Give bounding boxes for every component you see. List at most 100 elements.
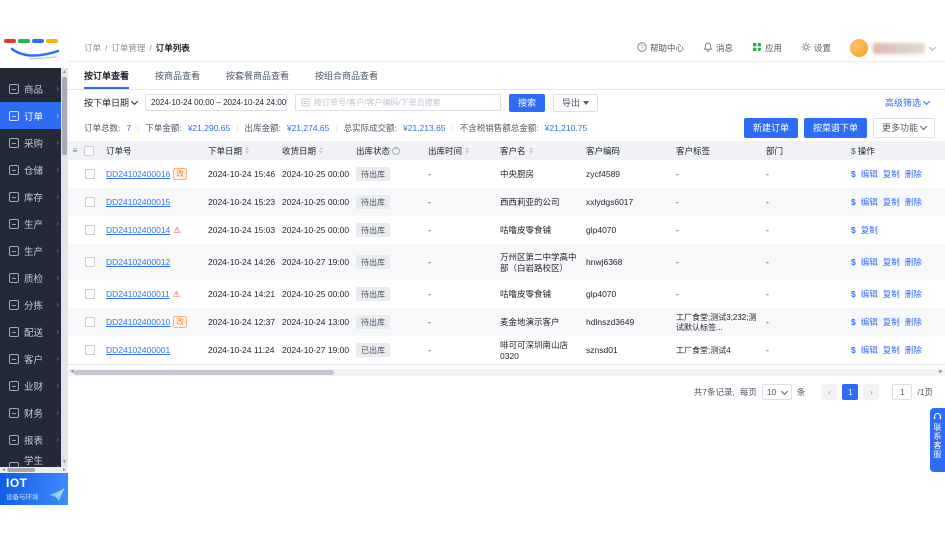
sidebar-hscrollbar-thumb[interactable] xyxy=(7,468,35,472)
avatar[interactable] xyxy=(850,39,868,57)
sidebar-item-warehouse[interactable]: 仓储 › xyxy=(0,156,68,183)
order-number-link[interactable]: DD24102400001 xyxy=(106,345,170,355)
row-action-link[interactable]: 编辑 xyxy=(861,256,878,268)
tab-2[interactable]: 按商品查看 xyxy=(155,69,200,89)
sidebar-item-sorting[interactable]: 分拣 › xyxy=(0,291,68,318)
menu-order-button[interactable]: 按菜谱下单 xyxy=(803,117,867,138)
breadcrumb-link[interactable]: 订单 xyxy=(84,42,101,54)
table-hscrollbar-thumb[interactable] xyxy=(74,370,334,375)
sort-icon[interactable] xyxy=(465,147,470,154)
current-page-button[interactable]: 1 xyxy=(842,384,859,400)
row-checkbox[interactable] xyxy=(85,289,95,299)
money-action-icon[interactable]: $ xyxy=(851,289,856,299)
sidebar-item-orders[interactable]: 订单 › xyxy=(0,102,68,129)
row-action-link[interactable]: 编辑 xyxy=(861,196,878,208)
row-action-link[interactable]: 编辑 xyxy=(861,344,878,356)
row-checkbox[interactable] xyxy=(85,257,95,267)
customer-service-tab[interactable]: 联系客服 xyxy=(930,408,945,472)
more-functions-button[interactable]: 更多功能 xyxy=(872,117,935,138)
sidebar-item-student-meal[interactable]: 学生餐› xyxy=(0,453,68,467)
order-number-link[interactable]: DD24102400015 xyxy=(106,197,170,207)
money-action-icon[interactable]: $ xyxy=(851,317,856,327)
row-action-link[interactable]: 复制 xyxy=(883,196,900,208)
export-button[interactable]: 导出 xyxy=(553,93,599,112)
money-action-icon[interactable]: $ xyxy=(851,197,856,207)
topbar-action-apps[interactable]: 应用 xyxy=(752,42,782,54)
sidebar-item-report[interactable]: 报表 › xyxy=(0,426,68,453)
money-action-icon[interactable]: $ xyxy=(851,169,856,179)
scroll-right-icon[interactable]: ► xyxy=(938,369,944,376)
sort-icon[interactable] xyxy=(319,147,324,154)
money-action-icon[interactable]: $ xyxy=(851,257,856,267)
money-action-icon[interactable]: $ xyxy=(851,225,856,235)
row-checkbox[interactable] xyxy=(85,345,95,355)
breadcrumb-link[interactable]: 订单管理 xyxy=(111,42,145,54)
advanced-filter-toggle[interactable]: 高级筛选 xyxy=(885,96,931,109)
sidebar-item-quality-check[interactable]: 质检 › xyxy=(0,264,68,291)
scroll-down-icon[interactable]: ▼ xyxy=(61,459,68,466)
sidebar-scrollbar-thumb[interactable] xyxy=(62,77,67,155)
row-action-link[interactable]: 复制 xyxy=(883,256,900,268)
order-number-link[interactable]: DD24102400012 xyxy=(106,257,170,267)
sidebar-scrollbar[interactable]: ▲ ▼ xyxy=(61,68,68,467)
sidebar-item-delivery[interactable]: 配送 › xyxy=(0,318,68,345)
date-field-select[interactable]: 按下单日期 xyxy=(84,96,139,109)
user-menu[interactable] xyxy=(850,39,937,57)
date-range-input[interactable]: 2024-10-24 00:00 – 2024-10-24 24:00 xyxy=(145,94,288,111)
info-icon[interactable]: ? xyxy=(392,146,401,155)
money-action-icon[interactable]: $ xyxy=(851,345,856,355)
sidebar-item-customer[interactable]: 客户 › xyxy=(0,345,68,372)
sort-icon[interactable] xyxy=(528,147,533,154)
table-hscrollbar[interactable]: ◄ ► xyxy=(68,369,945,376)
summary-divider: | xyxy=(451,122,454,133)
row-action-link[interactable]: 编辑 xyxy=(861,316,878,328)
tab-4[interactable]: 按组合商品查看 xyxy=(315,69,378,89)
row-action-link[interactable]: 复制 xyxy=(861,224,878,236)
select-all-checkbox[interactable] xyxy=(84,145,94,156)
row-action-link[interactable]: 删除 xyxy=(905,196,922,208)
topbar-action-bell[interactable]: 消息 xyxy=(703,42,733,54)
sidebar-item-purchase[interactable]: 采购 › xyxy=(0,129,68,156)
sidebar-item-production2[interactable]: 生产 › xyxy=(0,237,68,264)
order-number-link[interactable]: DD24102400014 xyxy=(106,225,170,235)
order-number-link[interactable]: DD24102400010 xyxy=(106,317,170,327)
tab-3[interactable]: 按套餐商品查看 xyxy=(226,69,289,89)
row-checkbox[interactable] xyxy=(85,169,95,179)
row-checkbox[interactable] xyxy=(85,197,95,207)
prev-page-button[interactable]: ‹ xyxy=(821,384,838,400)
row-action-link[interactable]: 删除 xyxy=(905,344,922,356)
row-action-link[interactable]: 删除 xyxy=(905,316,922,328)
order-number-link[interactable]: DD24102400016 xyxy=(106,169,170,179)
per-page-select[interactable]: 10 xyxy=(761,384,792,400)
tab-1[interactable]: 按订单查看 xyxy=(84,69,130,89)
row-action-link[interactable]: 复制 xyxy=(883,288,900,300)
search-input[interactable]: 按订单号/客户/客户编码/下单员搜索 xyxy=(295,94,502,111)
row-action-link[interactable]: 删除 xyxy=(905,288,922,300)
app-logo[interactable] xyxy=(0,35,68,68)
row-action-link[interactable]: 复制 xyxy=(883,344,900,356)
row-action-link[interactable]: 编辑 xyxy=(861,288,878,300)
row-action-link[interactable]: 编辑 xyxy=(861,168,878,180)
sidebar-item-inventory[interactable]: 库存 › xyxy=(0,183,68,210)
row-action-link[interactable]: 复制 xyxy=(883,168,900,180)
next-page-button[interactable]: › xyxy=(863,384,880,400)
sidebar-item-finance[interactable]: 财务 › xyxy=(0,399,68,426)
topbar-action-settings[interactable]: 设置 xyxy=(801,42,831,54)
new-order-button[interactable]: 新建订单 xyxy=(743,117,798,138)
scroll-up-icon[interactable]: ▲ xyxy=(61,69,68,76)
row-checkbox[interactable] xyxy=(85,225,95,235)
row-action-link[interactable]: 删除 xyxy=(905,168,922,180)
order-number-link[interactable]: DD24102400011 xyxy=(106,289,170,299)
row-checkbox[interactable] xyxy=(85,317,95,327)
row-action-link[interactable]: 复制 xyxy=(883,316,900,328)
search-button[interactable]: 搜索 xyxy=(509,93,546,112)
expand-all-icon[interactable]: ≡ xyxy=(68,146,82,155)
sidebar-item-production[interactable]: 生产 › xyxy=(0,210,68,237)
sidebar-item-goods[interactable]: 商品 › xyxy=(0,75,68,102)
sort-icon[interactable] xyxy=(245,147,250,154)
page-jump-input[interactable]: 1 xyxy=(892,384,913,400)
topbar-action-help[interactable]: ? 帮助中心 xyxy=(637,42,684,54)
iot-panel[interactable]: IOT 设备与环境 xyxy=(0,473,68,505)
sidebar-item-business-finance[interactable]: 业财 › xyxy=(0,372,68,399)
row-action-link[interactable]: 删除 xyxy=(905,256,922,268)
